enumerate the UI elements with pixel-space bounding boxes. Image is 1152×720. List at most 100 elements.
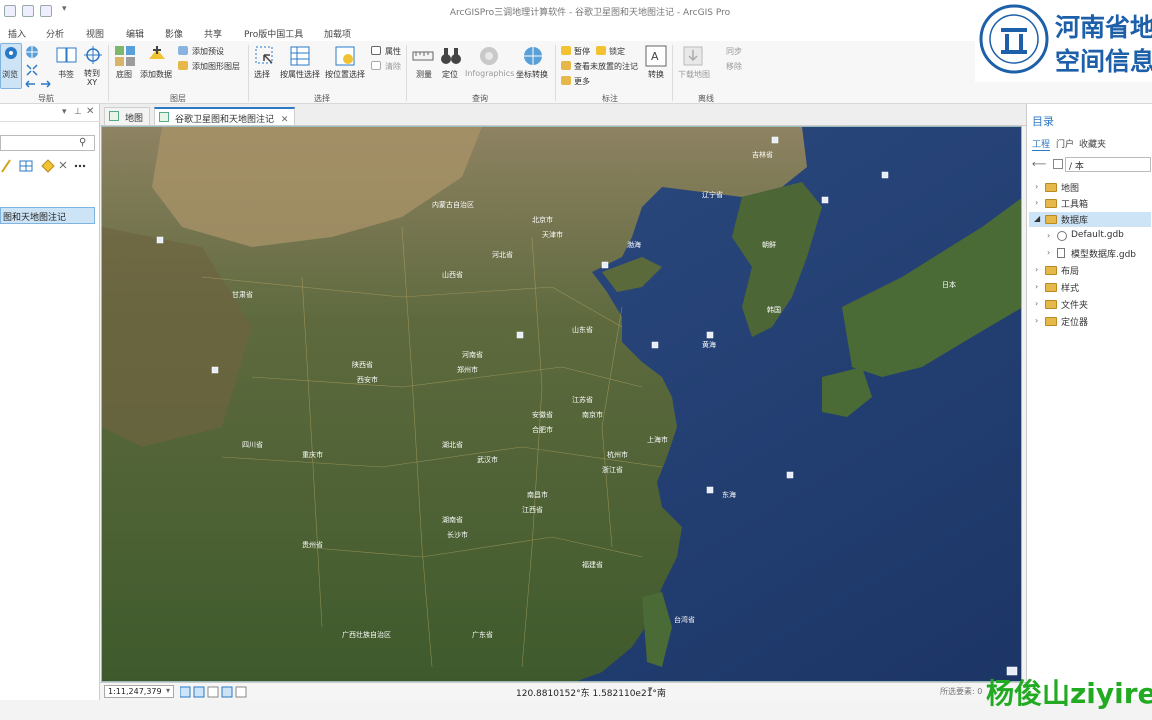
expand-arrow-icon[interactable]: › — [1035, 299, 1038, 308]
add-data-icon[interactable] — [146, 45, 168, 67]
catalog-item-locators[interactable]: 定位器 — [1061, 315, 1088, 328]
tab-view[interactable]: 视图 — [86, 27, 104, 40]
expand-arrow-icon[interactable]: › — [1047, 248, 1050, 257]
ribbon-separator — [672, 45, 673, 101]
catalog-item-styles[interactable]: 样式 — [1061, 281, 1079, 294]
more-labels-button[interactable]: 更多 — [574, 76, 590, 87]
goto-xy-icon[interactable] — [84, 46, 102, 64]
catalog-item-folders[interactable]: 文件夹 — [1061, 298, 1088, 311]
convert-labels-icon[interactable]: A — [645, 45, 667, 67]
tab-addins[interactable]: 加载项 — [324, 27, 351, 40]
pane-menu-icon[interactable]: ▾ — [62, 107, 67, 117]
coordinate-convert-button[interactable]: 坐标转换 — [516, 69, 548, 80]
explore-label: 浏览 — [2, 70, 18, 79]
infographics-icon[interactable] — [478, 45, 500, 67]
select-button[interactable]: 选择 — [254, 69, 270, 80]
convert-labels-button[interactable]: 转换 — [648, 69, 664, 80]
scale-selector[interactable]: 1:11,247,379 ▾ — [104, 685, 174, 698]
download-map-icon[interactable] — [682, 45, 704, 67]
satellite-map[interactable]: 北京市 天津市 河北省 山西省 山东省 河南省 郑州市 陕西省 西安市 江苏省 … — [102, 127, 1022, 682]
catalog-item-toolboxes[interactable]: 工具箱 — [1061, 197, 1088, 210]
infographics-button[interactable]: Infographics — [465, 69, 514, 78]
layouts-folder-icon — [1045, 266, 1057, 275]
basemap-icon[interactable] — [114, 45, 136, 67]
pause-labels-button[interactable]: 暂停 — [574, 46, 590, 57]
catalog-item-default-gdb[interactable]: Default.gdb — [1071, 230, 1124, 240]
tab-google-satellite[interactable]: 谷歌卫星图和天地图注记 ✕ — [154, 107, 296, 125]
select-by-location-icon[interactable] — [334, 45, 356, 67]
measure-icon[interactable] — [412, 47, 434, 65]
collapse-arrow-icon[interactable]: ◢ — [1034, 214, 1040, 223]
add-graphics-layer-button[interactable]: 添加图形图层 — [192, 61, 240, 72]
select-by-attributes-button[interactable]: 按属性选择 — [280, 69, 320, 80]
expand-arrow-icon[interactable]: › — [1035, 265, 1038, 274]
coordinate-convert-icon[interactable] — [522, 45, 544, 67]
ribbon-separator — [108, 45, 109, 101]
ribbon-separator — [248, 45, 249, 101]
expand-arrow-icon[interactable]: › — [1035, 316, 1038, 325]
label-tianjin: 天津市 — [542, 230, 563, 239]
save-icon[interactable] — [40, 5, 52, 17]
undo-icon[interactable] — [22, 5, 34, 17]
sync-button[interactable]: 同步 — [726, 46, 742, 57]
tab-analysis[interactable]: 分析 — [46, 27, 64, 40]
status-tools[interactable] — [180, 686, 256, 698]
catalog-tab-portal[interactable]: 门户 — [1056, 137, 1074, 150]
locate-binoculars-icon[interactable] — [440, 45, 462, 67]
back-forward-icon[interactable] — [25, 79, 51, 89]
catalog-item-model-gdb[interactable]: 模型数据库.gdb — [1071, 247, 1136, 260]
databases-folder-icon — [1045, 215, 1057, 224]
close-icon[interactable]: ✕ — [86, 106, 94, 117]
view-tab-bar: 地图 谷歌卫星图和天地图注记 ✕ — [100, 104, 1026, 126]
globe-icon[interactable] — [25, 45, 39, 59]
catalog-path-input[interactable]: / 本 — [1065, 157, 1151, 172]
add-preset-button[interactable]: 添加预设 — [192, 46, 224, 57]
tab-share[interactable]: 共享 — [204, 27, 222, 40]
select-by-location-button[interactable]: 按位置选择 — [325, 69, 365, 80]
tab-imagery[interactable]: 影像 — [165, 27, 183, 40]
map-view[interactable]: 北京市 天津市 河北省 山西省 山东省 河南省 郑州市 陕西省 西安市 江苏省 … — [101, 126, 1022, 682]
coordinate-format-dropdown-icon[interactable]: ▾ — [648, 685, 653, 695]
back-arrow-icon[interactable]: ⟵ — [1032, 159, 1046, 170]
lock-labels-button[interactable]: 锁定 — [609, 46, 625, 57]
label-hubei: 湖北省 — [442, 440, 463, 449]
selected-map-item[interactable]: 图和天地图注记 — [0, 207, 95, 224]
toolbox-folder-icon — [1045, 199, 1057, 208]
select-by-attributes-icon[interactable] — [289, 45, 311, 67]
zoom-full-icon[interactable] — [25, 63, 39, 77]
bookmarks-icon[interactable] — [56, 46, 78, 64]
remove-button[interactable]: 移除 — [726, 61, 742, 72]
catalog-item-maps[interactable]: 地图 — [1061, 181, 1079, 194]
catalog-pane: 目录 工程 门户 收藏夹 ⟵ / 本 › 地图 › 工具箱 ◢ 数据库 › De… — [1026, 104, 1152, 700]
catalog-item-layouts[interactable]: 布局 — [1061, 264, 1079, 277]
expand-arrow-icon[interactable]: › — [1035, 282, 1038, 291]
clear-selection-button[interactable]: 清除 — [385, 61, 401, 72]
attributes-button[interactable]: 属性 — [385, 46, 401, 57]
close-tab-icon[interactable]: ✕ — [281, 115, 289, 125]
add-data-button[interactable]: 添加数据 — [140, 69, 172, 80]
expand-arrow-icon[interactable]: › — [1035, 182, 1038, 191]
pin-icon[interactable]: ⊥ — [74, 107, 82, 117]
tab-map[interactable]: 地图 — [104, 107, 151, 125]
locate-button[interactable]: 定位 — [442, 69, 458, 80]
tab-insert[interactable]: 插入 — [8, 27, 26, 40]
bookmarks-label[interactable]: 书签 — [58, 69, 74, 80]
goto-xy-label[interactable]: 转到 XY — [84, 69, 100, 87]
expand-arrow-icon[interactable]: › — [1047, 231, 1050, 240]
basemap-button[interactable]: 底图 — [116, 69, 132, 80]
download-map-button[interactable]: 下载地图 — [678, 69, 710, 80]
catalog-item-databases[interactable]: 数据库 — [1061, 213, 1088, 226]
measure-button[interactable]: 测量 — [416, 69, 432, 80]
select-icon[interactable] — [254, 45, 276, 67]
catalog-tab-project[interactable]: 工程 — [1032, 137, 1051, 151]
search-input[interactable]: ⚲ — [0, 135, 95, 151]
expand-arrow-icon[interactable]: › — [1035, 198, 1038, 207]
label-hangzhou: 杭州市 — [607, 450, 628, 459]
quick-access-dropdown-icon[interactable]: ▾ — [62, 4, 67, 14]
view-unplaced-button[interactable]: 查看未放置的注记 — [574, 61, 638, 72]
refresh-icon[interactable] — [1053, 159, 1063, 169]
tab-edit[interactable]: 编辑 — [126, 27, 144, 40]
tab-china-tools[interactable]: Pro版中国工具 — [244, 27, 303, 40]
catalog-tab-favorites[interactable]: 收藏夹 — [1079, 137, 1106, 150]
label-taiwan: 台湾省 — [674, 615, 695, 624]
